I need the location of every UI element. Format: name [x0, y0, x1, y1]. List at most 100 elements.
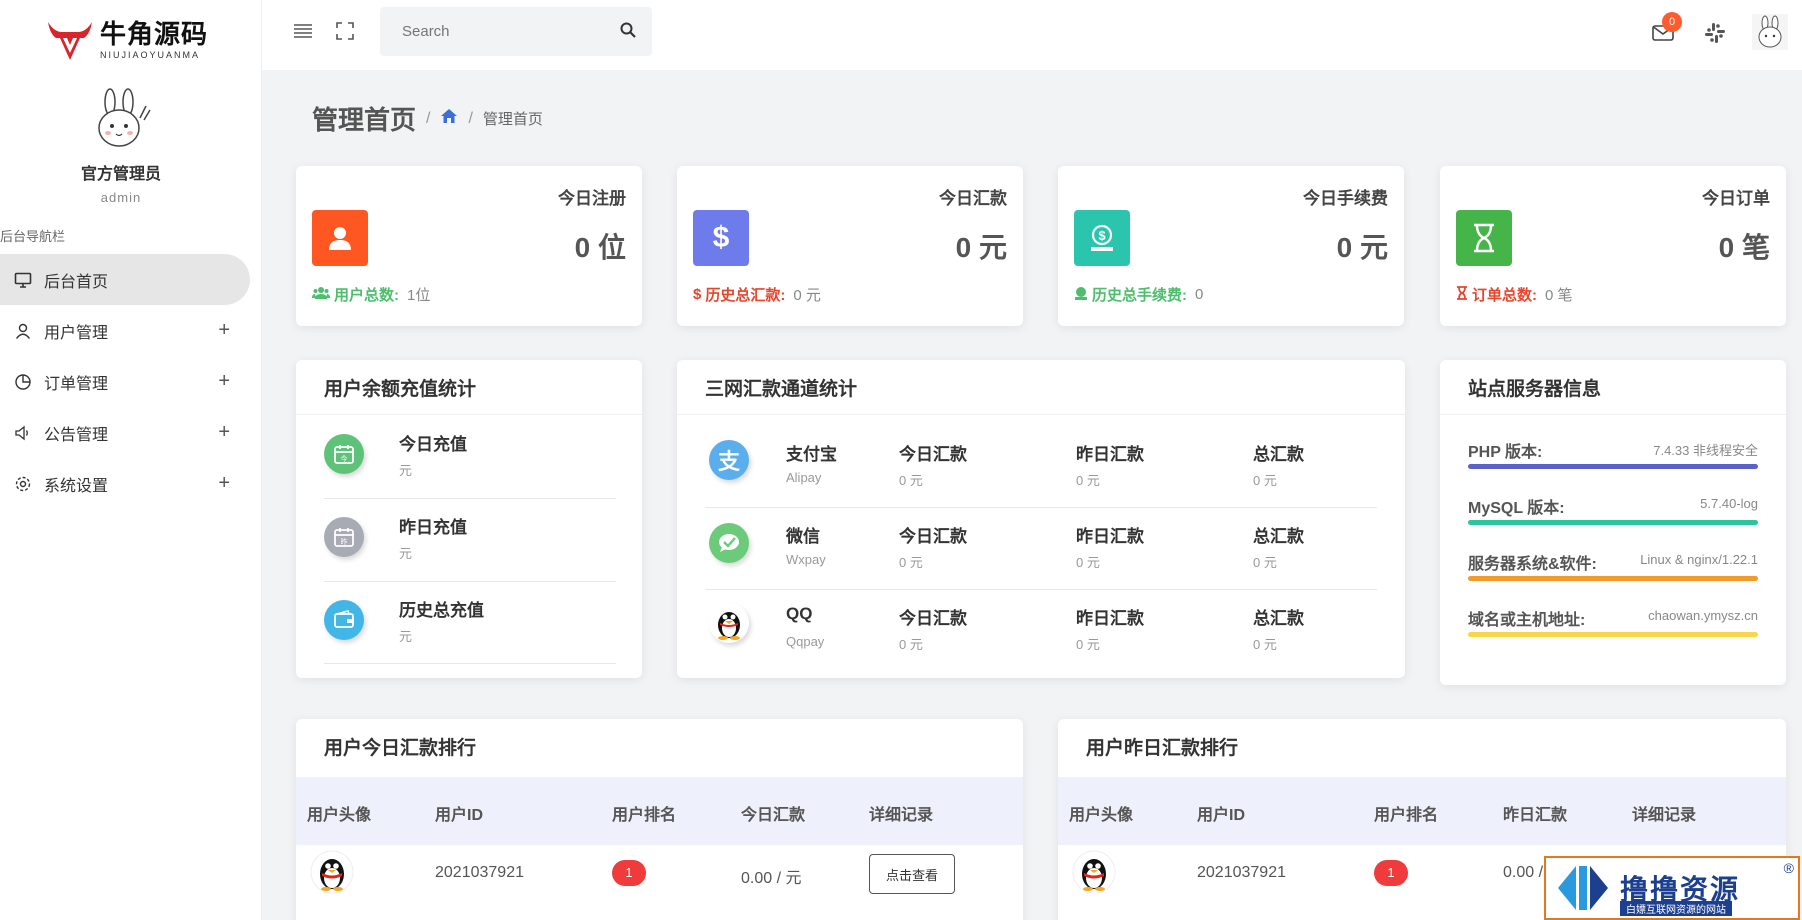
watermark-logo: 撸撸资源 ® 白嫖互联网资源的网站 [1544, 856, 1800, 920]
fullscreen-icon[interactable] [334, 20, 356, 42]
speaker-icon [14, 424, 32, 442]
pie-chart-icon [14, 373, 32, 391]
watermark-mark-icon [1558, 866, 1608, 910]
users-icon [312, 286, 330, 304]
server-info-value: chaowan.ymysz.cn [1648, 608, 1758, 623]
stat-footer-label: 用户总数: [334, 287, 399, 304]
progress-bar [1468, 576, 1758, 581]
home-icon[interactable] [440, 108, 458, 129]
expand-plus-icon[interactable]: + [218, 370, 230, 393]
channel-total-value: 0 元 [1253, 473, 1277, 488]
channel-code: Alipay [786, 470, 822, 485]
channel-code: Wxpay [786, 552, 826, 567]
amount: 0.00 / 元 [741, 870, 802, 887]
svg-text:今: 今 [341, 454, 348, 463]
top-bar: 0 [262, 0, 1802, 70]
qq-penguin-icon [709, 603, 749, 643]
divider [677, 414, 1405, 415]
slack-icon[interactable] [1704, 22, 1726, 44]
panel-title: 用户今日汇款排行 [324, 738, 477, 759]
stat-card-registrations: 今日注册 0 位 用户总数: 1位 [296, 166, 642, 326]
user-avatar-icon[interactable] [1752, 14, 1788, 50]
sidebar-item-orders[interactable]: 订单管理 + [0, 356, 250, 407]
stat-footer-label: 历史总手续费: [1092, 287, 1187, 304]
channel-yesterday-label: 昨日汇款 [1076, 445, 1144, 464]
sidebar-item-users[interactable]: 用户管理 + [0, 305, 250, 356]
sidebar-item-notices[interactable]: 公告管理 + [0, 407, 250, 458]
channel-yesterday-value: 0 元 [1076, 555, 1100, 570]
server-info-value: Linux & nginx/1.22.1 [1640, 552, 1758, 567]
channel-total-value: 0 元 [1253, 555, 1277, 570]
stat-footer: 用户总数: 1位 [312, 284, 430, 305]
expand-plus-icon[interactable]: + [218, 319, 230, 342]
calendar-today-icon: 今 [324, 434, 364, 474]
table-header: 用户头像 用户ID 用户排名 今日汇款 详细记录 [296, 777, 1023, 845]
channel-stats-panel: 三网汇款通道统计 支 支付宝 Alipay 今日汇款 0 元 昨日汇款 0 元 … [677, 360, 1405, 678]
column-header: 详细记录 [869, 807, 934, 824]
search-icon[interactable] [620, 22, 636, 43]
registered-mark: ® [1783, 860, 1794, 876]
server-info-value: 7.4.33 非线程安全 [1653, 443, 1758, 458]
column-header: 用户ID [1197, 807, 1246, 824]
stat-value: 0 位 [574, 232, 626, 263]
stat-footer: 历史总手续费: 0 [1074, 284, 1203, 305]
stat-footer-value: 1位 [407, 287, 431, 304]
recharge-unit: 元 [399, 629, 413, 644]
divider [705, 589, 1377, 590]
stat-value: 0 元 [955, 232, 1007, 263]
divider [705, 507, 1377, 508]
sidebar-item-label: 订单管理 [44, 375, 109, 393]
server-info-label: 域名或主机地址: [1468, 612, 1586, 629]
recharge-stats-panel: 用户余额充值统计 今 今日充值 元 昨 昨日充值 元 历史总充值 元 [296, 360, 642, 678]
breadcrumb-separator: / [468, 109, 473, 127]
sidebar-nav: 后台首页 用户管理 + 订单管理 + 公告管理 + 系统设置 + [0, 254, 250, 509]
rank-badge: 1 [612, 860, 646, 886]
sidebar-item-settings[interactable]: 系统设置 + [0, 458, 250, 509]
stat-card-orders: 今日订单 0 笔 订单总数: 0 笔 [1440, 166, 1786, 326]
breadcrumb-separator: / [426, 109, 431, 127]
user-icon [312, 210, 368, 266]
server-info-label: PHP 版本: [1468, 444, 1543, 461]
breadcrumb: 管理首页 / / 管理首页 [312, 100, 543, 137]
mail-count-badge: 0 [1662, 12, 1682, 32]
channel-name: QQ [786, 604, 813, 623]
stat-footer-value: 0 [1195, 286, 1204, 303]
rabbit-avatar-icon[interactable] [86, 88, 156, 154]
expand-plus-icon[interactable]: + [218, 472, 230, 495]
brand-logo[interactable]: 牛角源码 NIUJIAOYUANMA [46, 18, 208, 62]
view-details-button[interactable]: 点击查看 [869, 854, 955, 894]
channel-today-value: 0 元 [899, 555, 923, 570]
server-info-label: 服务器系统&软件: [1468, 556, 1597, 573]
stat-label: 今日手续费 [1303, 189, 1388, 208]
breadcrumb-current: 管理首页 [482, 111, 543, 128]
divider [1440, 414, 1786, 415]
stat-label: 今日汇款 [939, 189, 1007, 208]
progress-bar [1468, 464, 1758, 469]
menu-toggle-icon[interactable] [292, 20, 314, 42]
sidebar-item-dashboard[interactable]: 后台首页 [0, 254, 250, 305]
recharge-unit: 元 [399, 463, 413, 478]
admin-username: admin [100, 190, 142, 205]
list-item: 历史总充值 元 [324, 582, 616, 664]
column-header: 用户头像 [307, 807, 372, 824]
list-item: 昨 昨日充值 元 [324, 499, 616, 582]
progress-bar [1468, 632, 1758, 637]
server-info-panel: 站点服务器信息 PHP 版本: 7.4.33 非线程安全 MySQL 版本: 5… [1440, 360, 1786, 685]
column-header: 用户排名 [1374, 807, 1439, 824]
channel-today-value: 0 元 [899, 637, 923, 652]
svg-text:$: $ [1098, 228, 1106, 243]
recharge-unit: 元 [399, 546, 413, 561]
alipay-icon: 支 [709, 440, 749, 480]
channel-today-label: 今日汇款 [899, 445, 967, 464]
recharge-title: 今日充值 [399, 435, 467, 454]
sidebar-item-label: 系统设置 [44, 477, 109, 495]
search-input[interactable] [380, 7, 600, 56]
monitor-icon [14, 271, 32, 289]
user-id: 2021037921 [435, 864, 524, 881]
channel-code: Qqpay [786, 634, 825, 649]
expand-plus-icon[interactable]: + [218, 421, 230, 444]
watermark-subtitle: 白嫖互联网资源的网站 [1620, 901, 1732, 916]
money-bag-icon [1074, 286, 1088, 304]
server-info-value: 5.7.40-log [1700, 496, 1758, 511]
server-info-label: MySQL 版本: [1468, 500, 1565, 517]
